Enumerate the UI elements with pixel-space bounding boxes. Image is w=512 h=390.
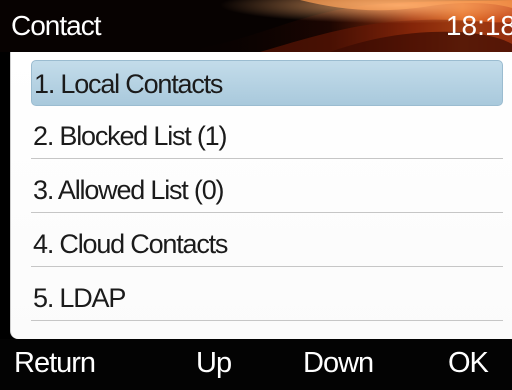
menu-item-local-contacts[interactable]: 1. Local Contacts	[31, 60, 503, 106]
return-button[interactable]: Return	[14, 346, 96, 380]
down-button[interactable]: Down	[303, 346, 374, 380]
phone-screen: Contact 18:18 1. Local Contacts 2. Block…	[0, 0, 512, 390]
menu-item-ldap[interactable]: 5. LDAP	[31, 275, 503, 321]
title-bar: Contact 18:18	[0, 0, 512, 52]
ok-button[interactable]: OK	[448, 346, 489, 380]
menu-item-allowed-list[interactable]: 3. Allowed List (0)	[31, 167, 503, 213]
menu-item-cloud-contacts[interactable]: 4. Cloud Contacts	[31, 221, 503, 267]
page-title: Contact	[11, 10, 101, 41]
menu-item-blocked-list[interactable]: 2. Blocked List (1)	[31, 113, 503, 159]
menu-panel: 1. Local Contacts 2. Blocked List (1) 3.…	[10, 52, 512, 339]
softkey-bar: Return Up Down OK	[0, 339, 512, 390]
clock-time: 18:18	[445, 10, 512, 41]
up-button[interactable]: Up	[196, 346, 232, 380]
